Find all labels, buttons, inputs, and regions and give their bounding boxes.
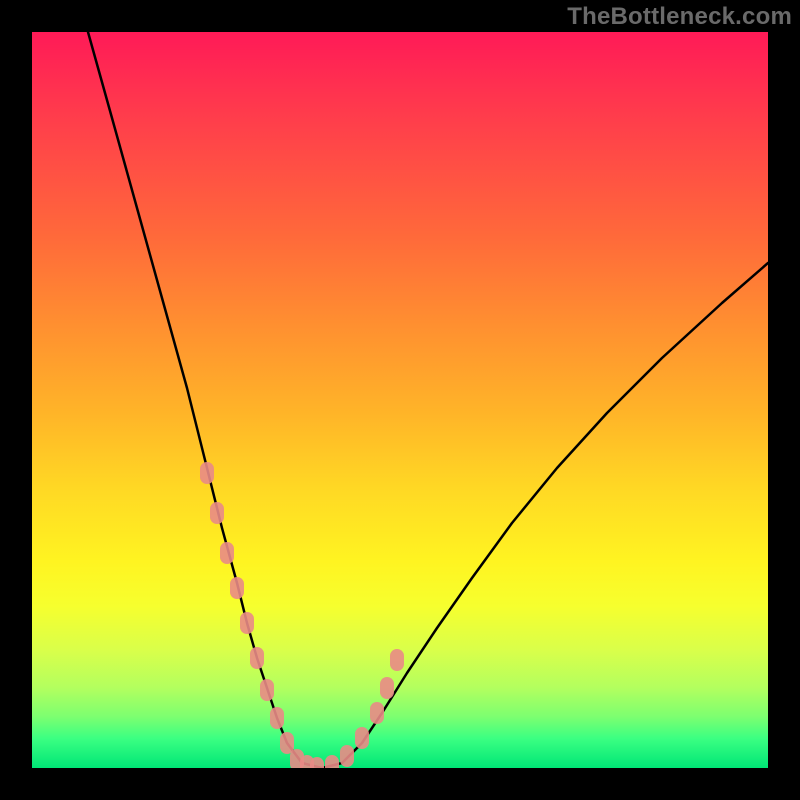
plot-area [32, 32, 768, 768]
highlight-marker [280, 732, 294, 754]
highlight-marker [200, 462, 214, 484]
highlight-marker [325, 755, 339, 768]
highlight-marker [240, 612, 254, 634]
chart-frame: TheBottleneck.com [0, 0, 800, 800]
highlight-marker [220, 542, 234, 564]
highlight-marker [380, 677, 394, 699]
highlight-marker [270, 707, 284, 729]
highlight-marker [340, 745, 354, 767]
highlight-marker [260, 679, 274, 701]
highlight-marker [370, 702, 384, 724]
highlight-marker [300, 755, 314, 768]
highlight-marker [310, 757, 324, 768]
highlight-marker [290, 749, 304, 768]
bottleneck-curve [88, 32, 768, 768]
watermark-text: TheBottleneck.com [567, 3, 792, 31]
highlight-marker [250, 647, 264, 669]
curve-layer [32, 32, 768, 768]
highlight-marker [230, 577, 244, 599]
highlight-marker [210, 502, 224, 524]
highlight-marker [355, 727, 369, 749]
highlight-marker [390, 649, 404, 671]
